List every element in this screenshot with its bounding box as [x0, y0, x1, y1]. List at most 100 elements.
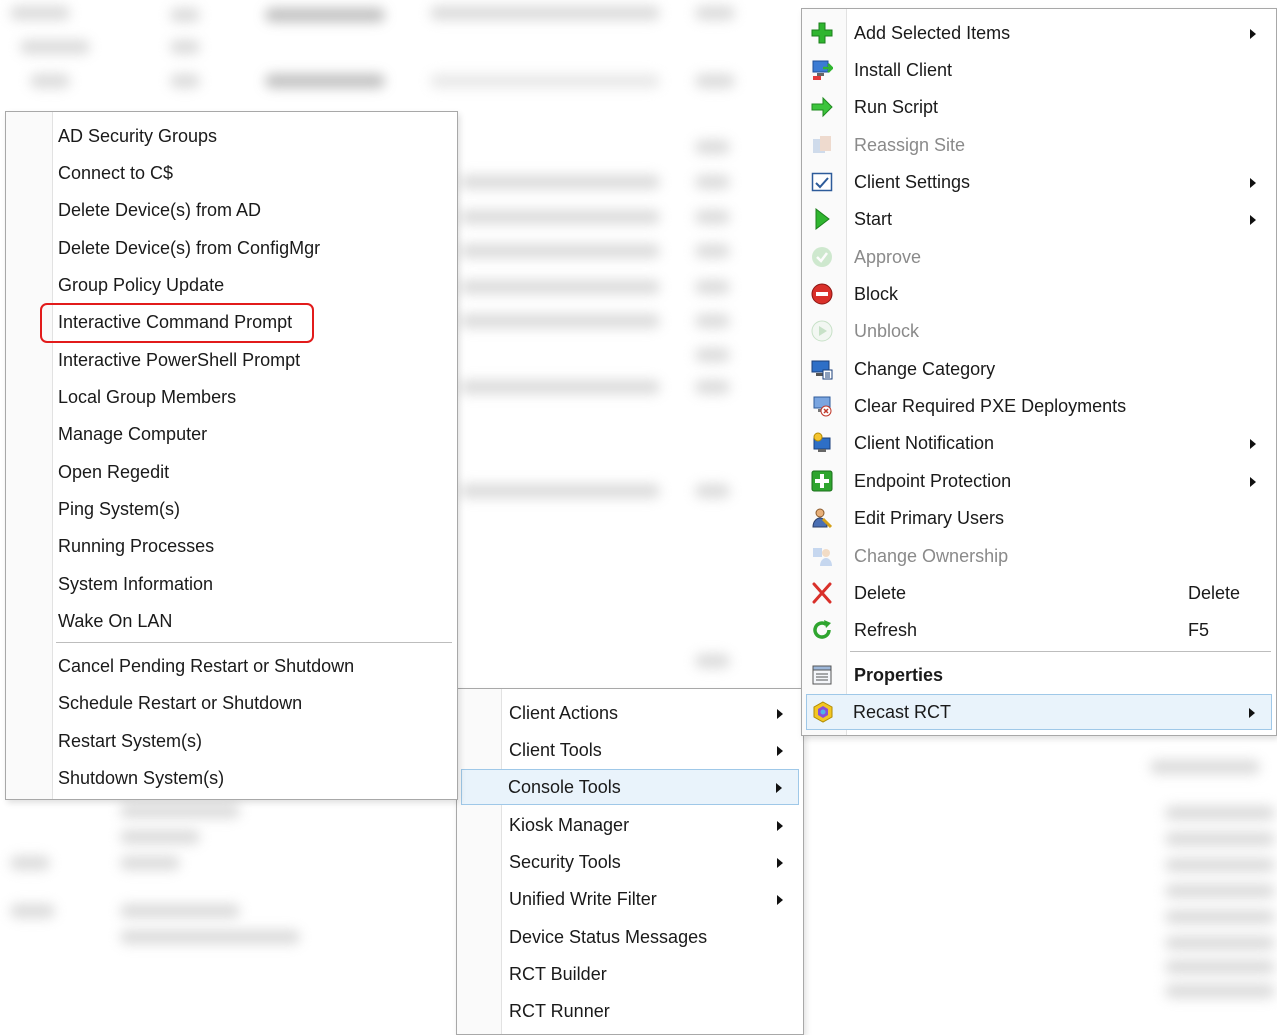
menu-item-label: Recast RCT: [853, 702, 952, 722]
menu-item-system-information[interactable]: System Information: [8, 567, 455, 601]
menu-item-label: Schedule Restart or Shutdown: [58, 693, 303, 713]
change-category-icon: [811, 360, 833, 380]
submenu-arrow-icon: [1250, 439, 1256, 449]
menu-item-install-client[interactable]: Install Client: [804, 53, 1274, 87]
menu-item-label: System Information: [58, 574, 214, 594]
menu-item-group-policy-update[interactable]: Group Policy Update: [8, 268, 455, 302]
menu-item-label: Edit Primary Users: [854, 508, 1005, 528]
client-notification-icon: [813, 432, 831, 452]
menu-item-rct-builder[interactable]: RCT Builder: [459, 957, 801, 991]
menu-item-label: Shutdown System(s): [58, 768, 225, 788]
recast-rct-icon: [813, 701, 833, 723]
menu-item-run-script[interactable]: Run Script: [804, 90, 1274, 124]
menu-item-restart-systems[interactable]: Restart System(s): [8, 724, 455, 758]
install-client-icon: [812, 60, 833, 80]
menu-item-label: Restart System(s): [58, 731, 203, 751]
menu-item-label: Run Script: [854, 97, 939, 117]
submenu-arrow-icon: [1250, 215, 1256, 225]
menu-item-cancel-pending-restart[interactable]: Cancel Pending Restart or Shutdown: [8, 649, 455, 683]
plus-icon: [811, 22, 833, 44]
submenu-arrow-icon: [776, 783, 782, 793]
menu-item-label: Reassign Site: [854, 135, 966, 155]
menu-item-manage-computer[interactable]: Manage Computer: [8, 417, 455, 451]
clear-pxe-icon: [813, 396, 832, 417]
menu-item-label: Kiosk Manager: [509, 815, 630, 835]
menu-item-add-selected-items[interactable]: Add Selected Items: [804, 16, 1274, 50]
menu-item-change-category[interactable]: Change Category: [804, 352, 1274, 386]
menu-item-wake-on-lan[interactable]: Wake On LAN: [8, 604, 455, 638]
menu-item-device-status-messages[interactable]: Device Status Messages: [459, 920, 801, 954]
menu-item-kiosk-manager[interactable]: Kiosk Manager: [459, 808, 801, 842]
menu-item-client-tools[interactable]: Client Tools: [459, 733, 801, 767]
menu-item-label: Approve: [854, 247, 922, 267]
menu-item-label: Client Notification: [854, 433, 995, 453]
red-highlight-box: [40, 303, 314, 343]
menu-item-label: Manage Computer: [58, 424, 208, 444]
menu-item-label: Add Selected Items: [854, 23, 1011, 43]
menu-item-security-tools[interactable]: Security Tools: [459, 845, 801, 879]
menu-item-client-actions[interactable]: Client Actions: [459, 696, 801, 730]
menu-item-running-processes[interactable]: Running Processes: [8, 529, 455, 563]
menu-item-clear-pxe[interactable]: Clear Required PXE Deployments: [804, 389, 1274, 423]
menu-item-rct-runner[interactable]: RCT Runner: [459, 994, 801, 1028]
primary-users-icon: [812, 508, 833, 529]
menu-item-change-ownership[interactable]: Change Ownership: [804, 539, 1274, 573]
submenu-arrow-icon: [1250, 477, 1256, 487]
menu-item-label: Change Category: [854, 359, 996, 379]
menu-item-recast-rct[interactable]: Recast RCT: [806, 694, 1272, 730]
submenu-arrow-icon: [1250, 29, 1256, 39]
menu-item-reassign-site[interactable]: Reassign Site: [804, 128, 1274, 162]
menu-item-label: Client Actions: [509, 703, 619, 723]
menu-item-ad-security-groups[interactable]: AD Security Groups: [8, 119, 455, 153]
menu-item-label: Local Group Members: [58, 387, 237, 407]
submenu-arrow-icon: [1249, 708, 1255, 718]
submenu-arrow-icon: [777, 895, 783, 905]
menu-item-label: Properties: [854, 665, 944, 685]
menu-item-label: Block: [854, 284, 899, 304]
menu-item-properties[interactable]: Properties: [804, 658, 1274, 692]
change-ownership-icon: [813, 548, 832, 566]
submenu-arrow-icon: [1250, 178, 1256, 188]
menu-item-start[interactable]: Start: [804, 202, 1274, 236]
menu-item-ping-systems[interactable]: Ping System(s): [8, 492, 455, 526]
menu-item-label: Open Regedit: [58, 462, 170, 482]
menu-item-schedule-restart[interactable]: Schedule Restart or Shutdown: [8, 686, 455, 720]
menu-item-refresh[interactable]: Refresh F5: [804, 613, 1274, 647]
menu-item-connect-to-c[interactable]: Connect to C$: [8, 156, 455, 190]
menu-item-label: RCT Runner: [509, 1001, 610, 1021]
menu-item-label: Endpoint Protection: [854, 471, 1012, 491]
menu-item-endpoint-protection[interactable]: Endpoint Protection: [804, 464, 1274, 498]
menu-item-client-notification[interactable]: Client Notification: [804, 426, 1274, 460]
menu-item-label: Running Processes: [58, 536, 215, 556]
menu-item-delete-from-configmgr[interactable]: Delete Device(s) from ConfigMgr: [8, 231, 455, 265]
submenu-arrow-icon: [777, 709, 783, 719]
menu-item-label: Unblock: [854, 321, 920, 341]
menu-item-label: AD Security Groups: [58, 126, 218, 146]
menu-item-label: Group Policy Update: [58, 275, 225, 295]
shortcut-label: Delete: [1188, 583, 1241, 603]
menu-item-label: Start: [854, 209, 893, 229]
menu-item-label: Delete Device(s) from ConfigMgr: [58, 238, 321, 258]
menu-item-label: Clear Required PXE Deployments: [854, 396, 1127, 416]
endpoint-protection-icon: [811, 470, 833, 492]
menu-item-edit-primary-users[interactable]: Edit Primary Users: [804, 501, 1274, 535]
menu-item-block[interactable]: Block: [804, 277, 1274, 311]
submenu-arrow-icon: [777, 821, 783, 831]
menu-item-open-regedit[interactable]: Open Regedit: [8, 455, 455, 489]
menu-item-delete[interactable]: Delete Delete: [804, 576, 1274, 610]
menu-separator: [56, 642, 452, 643]
menu-item-label: Ping System(s): [58, 499, 181, 519]
menu-item-label: Console Tools: [508, 777, 621, 797]
menu-item-shutdown-systems[interactable]: Shutdown System(s): [8, 761, 455, 795]
menu-item-delete-from-ad[interactable]: Delete Device(s) from AD: [8, 193, 455, 227]
menu-item-local-group-members[interactable]: Local Group Members: [8, 380, 455, 414]
menu-item-console-tools[interactable]: Console Tools: [461, 769, 799, 805]
menu-item-interactive-powershell-prompt[interactable]: Interactive PowerShell Prompt: [8, 343, 455, 377]
menu-item-approve[interactable]: Approve: [804, 240, 1274, 274]
menu-item-label: Cancel Pending Restart or Shutdown: [58, 656, 355, 676]
console-submenu: Client Actions Client Tools Console Tool…: [456, 688, 804, 1035]
menu-item-label: Interactive PowerShell Prompt: [58, 350, 301, 370]
menu-item-unblock[interactable]: Unblock: [804, 314, 1274, 348]
menu-item-client-settings[interactable]: Client Settings: [804, 165, 1274, 199]
menu-item-unified-write-filter[interactable]: Unified Write Filter: [459, 882, 801, 916]
